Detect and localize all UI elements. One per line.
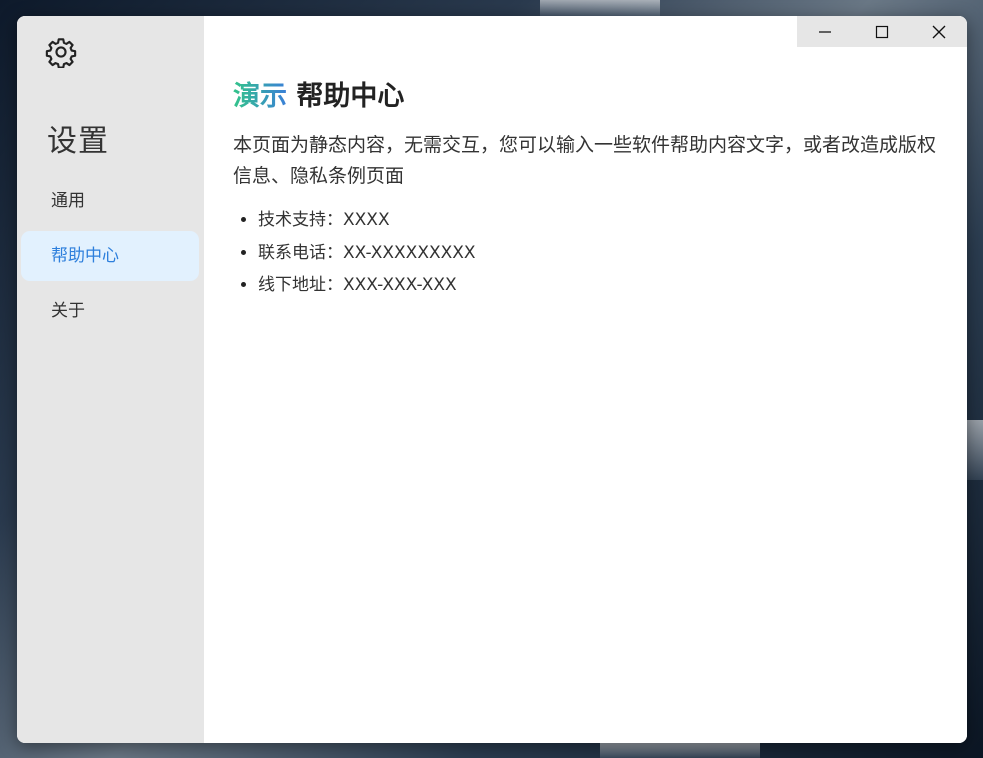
page-description: 本页面为静态内容，无需交互，您可以输入一些软件帮助内容文字，或者改造成版权信息、… [233,134,937,187]
maximize-button[interactable] [854,16,911,47]
contact-info-list: 技术支持：XXXX 联系电话：XX-XXXXXXXXX 线下地址：XXX-XXX… [233,204,939,302]
list-item: 技术支持：XXXX [258,204,939,237]
sidebar: 设置 通用 帮助中心 关于 [17,16,204,743]
wallpaper-accent [600,743,760,758]
settings-window: 设置 通用 帮助中心 关于 演示 帮助中心 本页面为静态内容，无需交互，您可以输… [17,16,967,743]
main-content: 演示 帮助中心 本页面为静态内容，无需交互，您可以输入一些软件帮助内容文字，或者… [204,16,967,743]
close-button[interactable] [910,16,967,47]
maximize-icon [875,25,889,38]
minimize-icon [819,30,832,33]
titlebar-controls [797,16,967,47]
page-title-text: 帮助中心 [296,81,405,112]
sidebar-title: 设置 [47,124,109,159]
list-item: 联系电话：XX-XXXXXXXXX [258,237,939,270]
close-icon [932,25,946,38]
page-title: 演示 帮助中心 [233,78,939,116]
minimize-button[interactable] [797,16,854,47]
wallpaper-accent [540,0,660,16]
sidebar-item-general[interactable]: 通用 [21,176,199,226]
sidebar-nav: 通用 帮助中心 关于 [21,176,199,341]
page-title-accent: 演示 [233,81,287,112]
help-center-content: 演示 帮助中心 本页面为静态内容，无需交互，您可以输入一些软件帮助内容文字，或者… [233,78,939,302]
sidebar-item-help-center[interactable]: 帮助中心 [21,231,199,281]
gear-icon [45,38,77,68]
wallpaper-accent [967,420,983,480]
list-item: 线下地址：XXX-XXX-XXX [258,269,939,302]
sidebar-item-about[interactable]: 关于 [21,286,199,336]
